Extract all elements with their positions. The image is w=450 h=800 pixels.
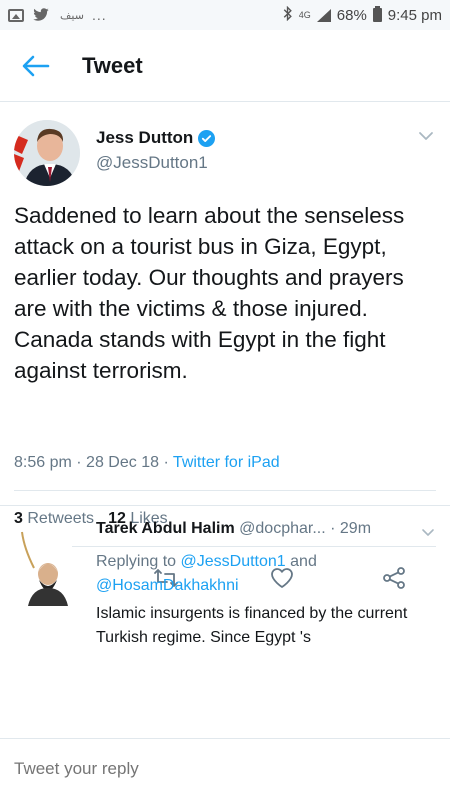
author-avatar[interactable] <box>14 120 80 186</box>
twitter-bird-icon <box>32 8 52 22</box>
more-notifications: ... <box>91 7 107 23</box>
chevron-down-icon <box>419 132 433 140</box>
battery-percent: 68% <box>336 6 367 24</box>
mention-link[interactable]: @JessDutton1 <box>181 553 286 570</box>
reply-time: · 29m <box>330 520 372 537</box>
tweet-date: 28 Dec 18 <box>86 454 159 471</box>
reply-composer <box>0 738 450 800</box>
replying-to: Replying to @JessDutton1 and @HosamDakha… <box>96 550 436 598</box>
reply-header: Tarek Abdul Halim @docphar... · 29m <box>96 520 416 538</box>
battery-icon <box>372 6 382 22</box>
top-app-bar: Tweet <box>0 30 450 102</box>
signal-icon <box>316 9 331 22</box>
tweet-text: Saddened to learn about the senseless at… <box>14 203 405 383</box>
replying-and: and <box>290 553 317 570</box>
notification-text: سيف <box>60 9 84 22</box>
gallery-icon <box>8 8 24 22</box>
tweet-author-row: Jess Dutton @JessDutton1 <box>0 102 450 186</box>
network-type: 4G <box>298 9 311 20</box>
bluetooth-icon <box>283 5 293 25</box>
reply-menu-button[interactable] <box>420 524 436 540</box>
reply-avatar[interactable] <box>14 526 72 606</box>
reply-author-name[interactable]: Tarek Abdul Halim <box>96 520 235 537</box>
tweet-time: 8:56 pm <box>14 454 72 471</box>
author-name-row[interactable]: Jess Dutton <box>96 128 216 148</box>
back-arrow-icon <box>22 55 50 76</box>
reply-tweet[interactable]: Tarek Abdul Halim @docphar... · 29m Repl… <box>0 506 450 738</box>
avatar-image <box>14 526 72 606</box>
clock: 9:45 pm <box>387 6 442 24</box>
reply-input[interactable] <box>14 759 434 779</box>
tweet-menu-button[interactable] <box>416 126 436 146</box>
page-title: Tweet <box>82 52 143 78</box>
replying-prefix: Replying to <box>96 553 177 570</box>
reply-text: Islamic insurgents is financed by the cu… <box>96 605 408 646</box>
tweet-source-link[interactable]: Twitter for iPad <box>173 454 280 471</box>
author-handle[interactable]: @JessDutton1 <box>96 153 208 173</box>
back-button[interactable] <box>16 46 56 86</box>
status-bar: سيف ... 4G 68% 9:45 pm <box>0 0 450 30</box>
chevron-down-icon <box>422 529 434 536</box>
mention-link[interactable]: @HosamDakhakhni <box>96 577 239 594</box>
status-left: سيف ... <box>8 7 107 23</box>
author-name: Jess Dutton <box>96 128 194 147</box>
avatar-image <box>14 120 80 186</box>
verified-badge-icon <box>198 129 216 147</box>
tweet-timestamp-row: 8:56 pm · 28 Dec 18 · Twitter for iPad <box>14 454 280 471</box>
main-tweet: Jess Dutton @JessDutton1 Saddened to lea… <box>0 102 450 589</box>
reply-author-handle[interactable]: @docphar... <box>239 520 326 537</box>
divider <box>14 490 436 491</box>
status-right: 4G 68% 9:45 pm <box>283 5 442 25</box>
